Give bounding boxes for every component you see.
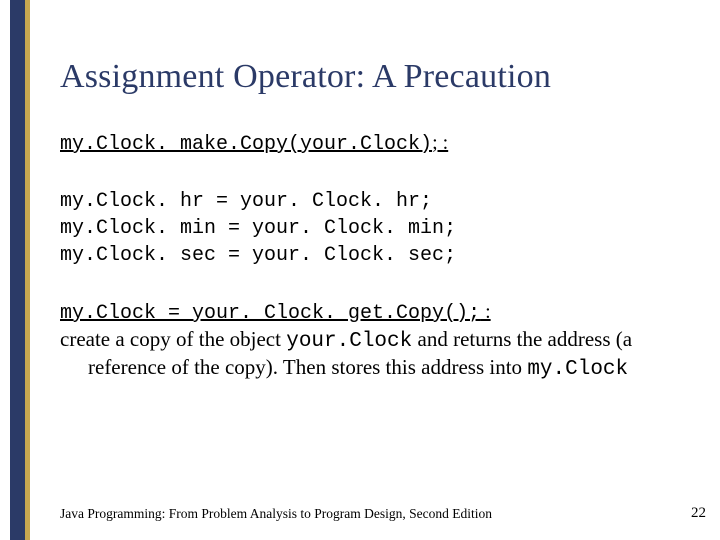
explanation-text: create a copy of the object your.Clock a… [60,327,660,383]
slide-title: Assignment Operator: A Precaution [60,58,700,96]
explain-obj2: my.Clock [527,358,628,381]
code-get-copy: my.Clock = your. Clock. get.Copy(); [60,302,480,325]
stripe-navy [10,0,25,540]
bullet-2: my.Clock = your. Clock. get.Copy(); : cr… [60,299,700,383]
code-line-2: my.Clock. min = your. Clock. min; [60,215,700,242]
slide-content: Assignment Operator: A Precaution my.Clo… [60,0,700,540]
explain-obj1: your.Clock [286,330,412,353]
explain-pre: create a copy of the object [60,327,286,351]
page-number: 22 [691,505,706,522]
code-line-1: my.Clock. hr = your. Clock. hr; [60,188,700,215]
bullet-1-tail: ; : [432,132,448,154]
code-make-copy: my.Clock. make.Copy(your.Clock) [60,133,432,156]
code-line-3: my.Clock. sec = your. Clock. sec; [60,242,700,269]
footer-text: Java Programming: From Problem Analysis … [60,506,700,522]
bullet-2-tail: : [480,301,491,323]
left-accent-stripe [0,0,30,540]
bullet-1: my.Clock. make.Copy(your.Clock); : [60,130,700,158]
stripe-gold [25,0,30,540]
code-block: my.Clock. hr = your. Clock. hr; my.Clock… [60,188,700,269]
